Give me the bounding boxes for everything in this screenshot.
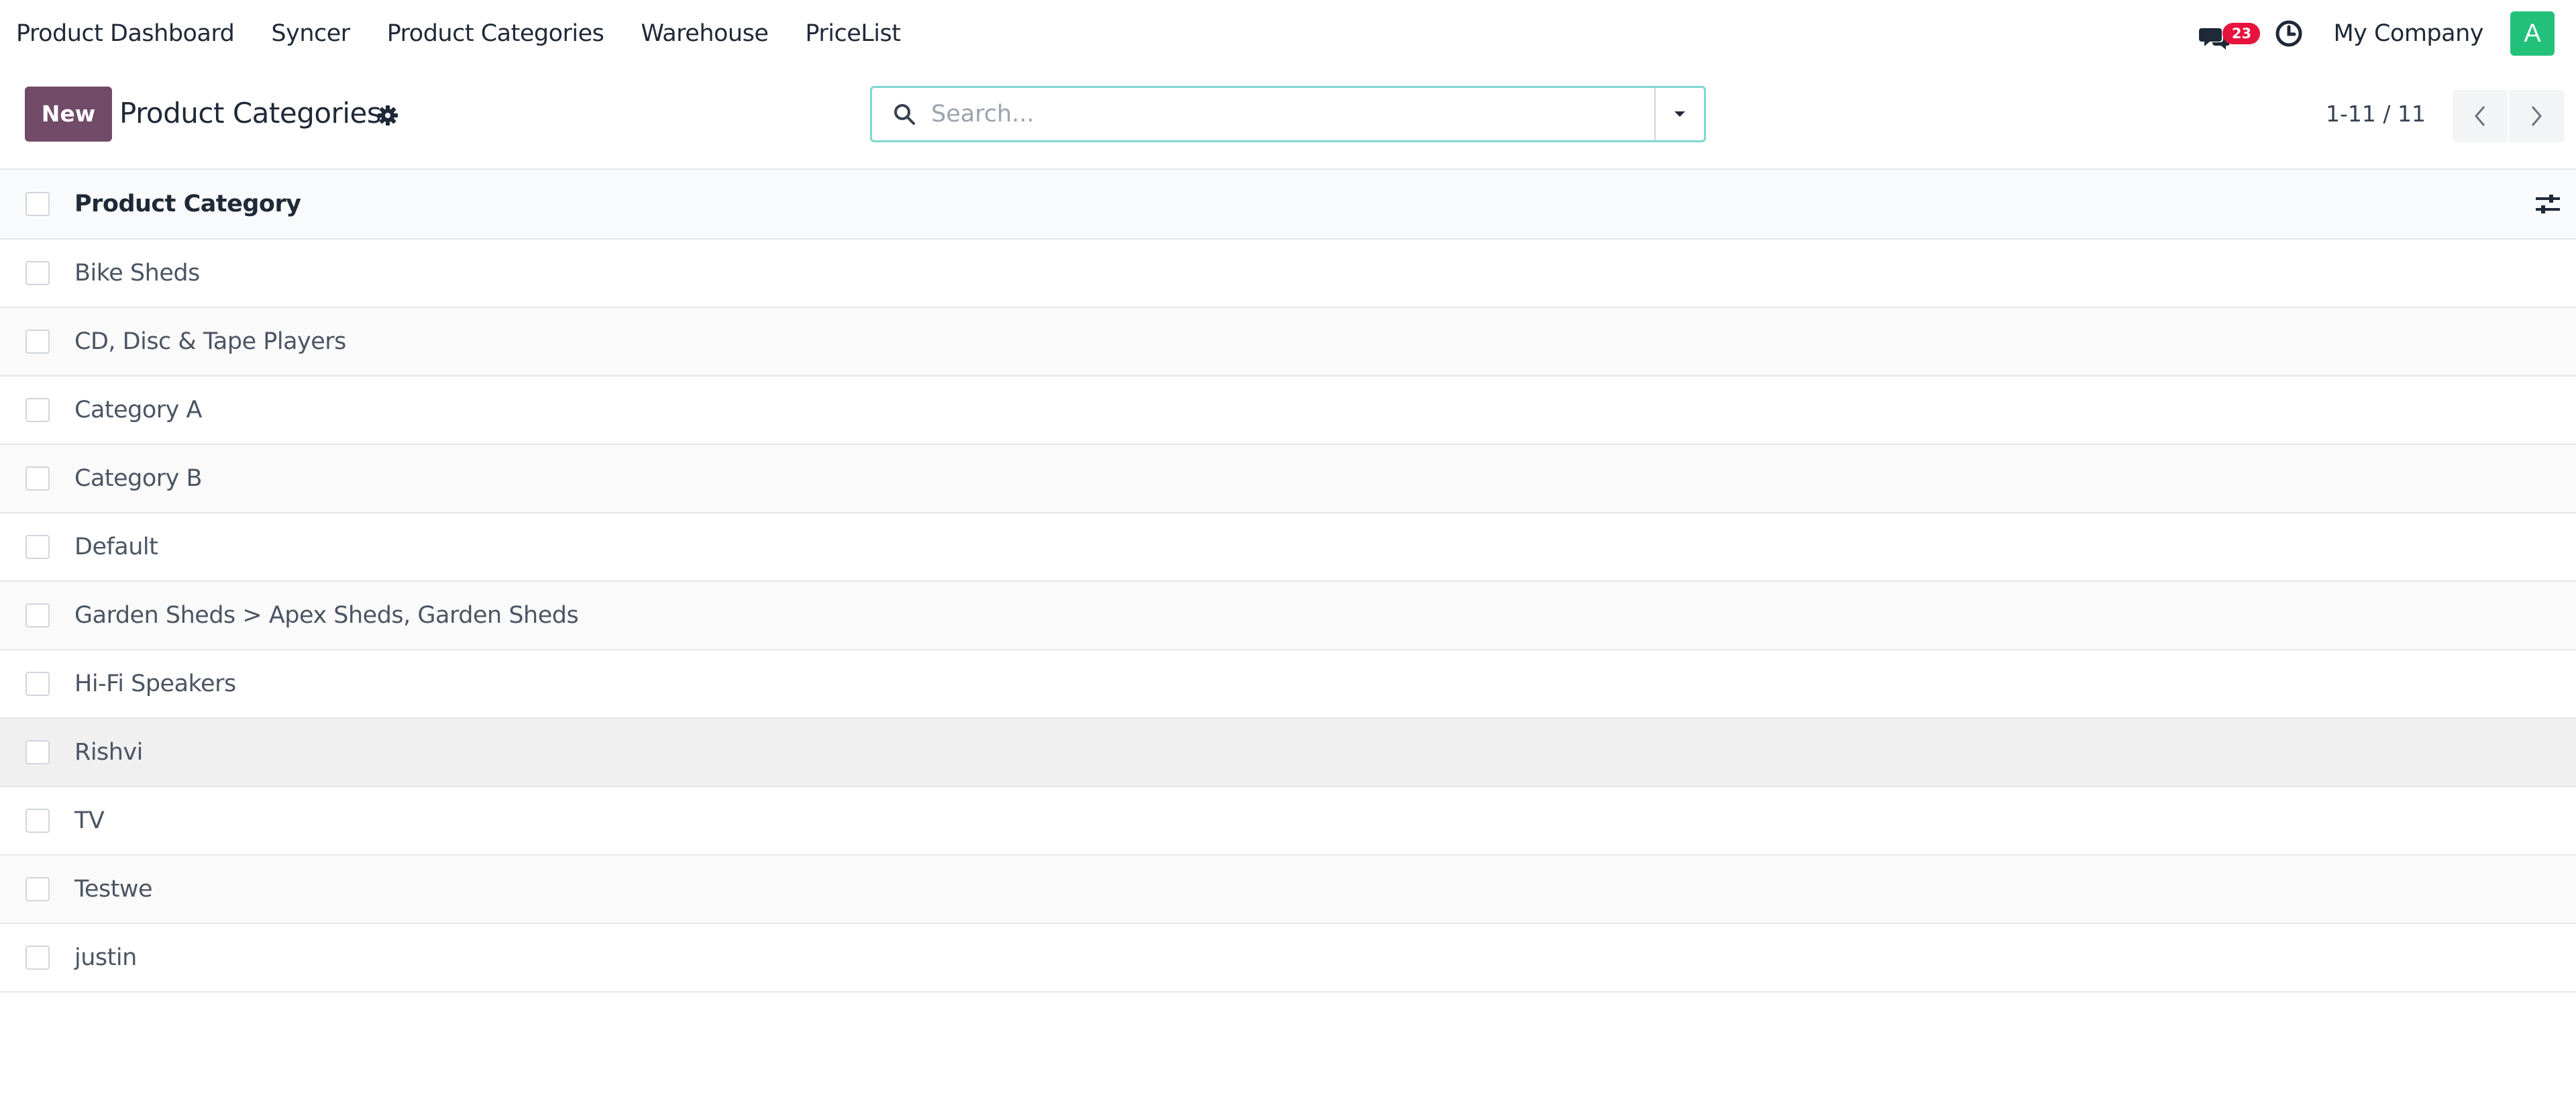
select-all-checkbox[interactable] xyxy=(25,192,50,216)
list-row[interactable]: Default xyxy=(0,513,2576,582)
row-checkbox[interactable] xyxy=(25,261,50,285)
list-row-hovered[interactable]: Rishvi xyxy=(0,719,2576,787)
list-header: Product Category xyxy=(0,170,2576,240)
search-input[interactable] xyxy=(930,91,1654,138)
row-checkbox[interactable] xyxy=(25,946,50,970)
category-name-cell[interactable]: Default xyxy=(74,534,158,560)
messages-button[interactable]: 23 xyxy=(2199,13,2261,54)
user-avatar[interactable]: A xyxy=(2510,11,2555,56)
row-checkbox[interactable] xyxy=(25,535,50,559)
row-checkbox[interactable] xyxy=(25,330,50,354)
row-checkbox[interactable] xyxy=(25,740,50,764)
list-row[interactable]: Testwe xyxy=(0,856,2576,924)
list-row[interactable]: CD, Disc & Tape Players xyxy=(0,308,2576,376)
list-row[interactable]: Garden Sheds > Apex Sheds, Garden Sheds xyxy=(0,582,2576,650)
search-options-toggle[interactable] xyxy=(1654,88,1704,140)
row-checkbox[interactable] xyxy=(25,809,50,833)
menu-item-product-dashboard[interactable]: Product Dashboard xyxy=(16,20,235,47)
row-checkbox[interactable] xyxy=(25,672,50,696)
category-name-cell[interactable]: Category B xyxy=(74,465,203,492)
pager-next-button[interactable] xyxy=(2509,90,2564,142)
row-checkbox[interactable] xyxy=(25,398,50,422)
gear-icon[interactable] xyxy=(377,105,398,126)
caret-down-icon xyxy=(1674,111,1685,117)
list-row[interactable]: justin xyxy=(0,924,2576,993)
pager-previous-button[interactable] xyxy=(2453,90,2508,142)
row-checkbox[interactable] xyxy=(25,877,50,901)
control-panel: New Product Categories 1-11 / 11 xyxy=(0,67,2576,170)
category-name-cell[interactable]: Garden Sheds > Apex Sheds, Garden Sheds xyxy=(74,602,579,629)
main-menu: Product Dashboard Syncer Product Categor… xyxy=(16,20,937,47)
page-title: Product Categories xyxy=(119,97,382,130)
category-list: Product Category Bike Sheds CD, Disc & T… xyxy=(0,170,2576,993)
chevron-left-icon xyxy=(2475,106,2485,126)
category-name-cell[interactable]: TV xyxy=(74,807,105,834)
chevron-right-icon xyxy=(2531,106,2542,126)
category-name-cell[interactable]: Rishvi xyxy=(74,739,143,766)
category-name-cell[interactable]: CD, Disc & Tape Players xyxy=(74,328,346,355)
pager-value[interactable]: 1-11 / 11 xyxy=(2326,101,2426,127)
list-row[interactable]: Hi-Fi Speakers xyxy=(0,650,2576,719)
menu-item-pricelist[interactable]: PriceList xyxy=(805,20,901,47)
list-row[interactable]: TV xyxy=(0,787,2576,856)
category-name-cell[interactable]: Category A xyxy=(74,397,202,423)
search-bar xyxy=(870,86,1706,142)
list-row[interactable]: Bike Sheds xyxy=(0,240,2576,308)
row-checkbox[interactable] xyxy=(25,603,50,627)
top-navbar: Product Dashboard Syncer Product Categor… xyxy=(0,0,2576,67)
search-icon xyxy=(894,104,915,125)
new-button[interactable]: New xyxy=(25,87,112,142)
sliders-icon[interactable] xyxy=(2533,189,2563,219)
messages-count-badge: 23 xyxy=(2222,23,2261,44)
column-header-product-category[interactable]: Product Category xyxy=(74,191,301,217)
menu-item-warehouse[interactable]: Warehouse xyxy=(641,20,769,47)
category-name-cell[interactable]: Testwe xyxy=(74,876,153,903)
category-name-cell[interactable]: Bike Sheds xyxy=(74,260,200,287)
systray: 23 My Company A xyxy=(2199,0,2576,67)
company-switcher[interactable]: My Company xyxy=(2333,20,2483,47)
clock-icon[interactable] xyxy=(2274,19,2304,48)
menu-item-syncer[interactable]: Syncer xyxy=(271,20,350,47)
category-name-cell[interactable]: justin xyxy=(74,944,137,971)
menu-item-product-categories[interactable]: Product Categories xyxy=(387,20,604,47)
list-row[interactable]: Category A xyxy=(0,376,2576,445)
row-checkbox[interactable] xyxy=(25,466,50,491)
category-name-cell[interactable]: Hi-Fi Speakers xyxy=(74,670,236,697)
list-row[interactable]: Category B xyxy=(0,445,2576,513)
